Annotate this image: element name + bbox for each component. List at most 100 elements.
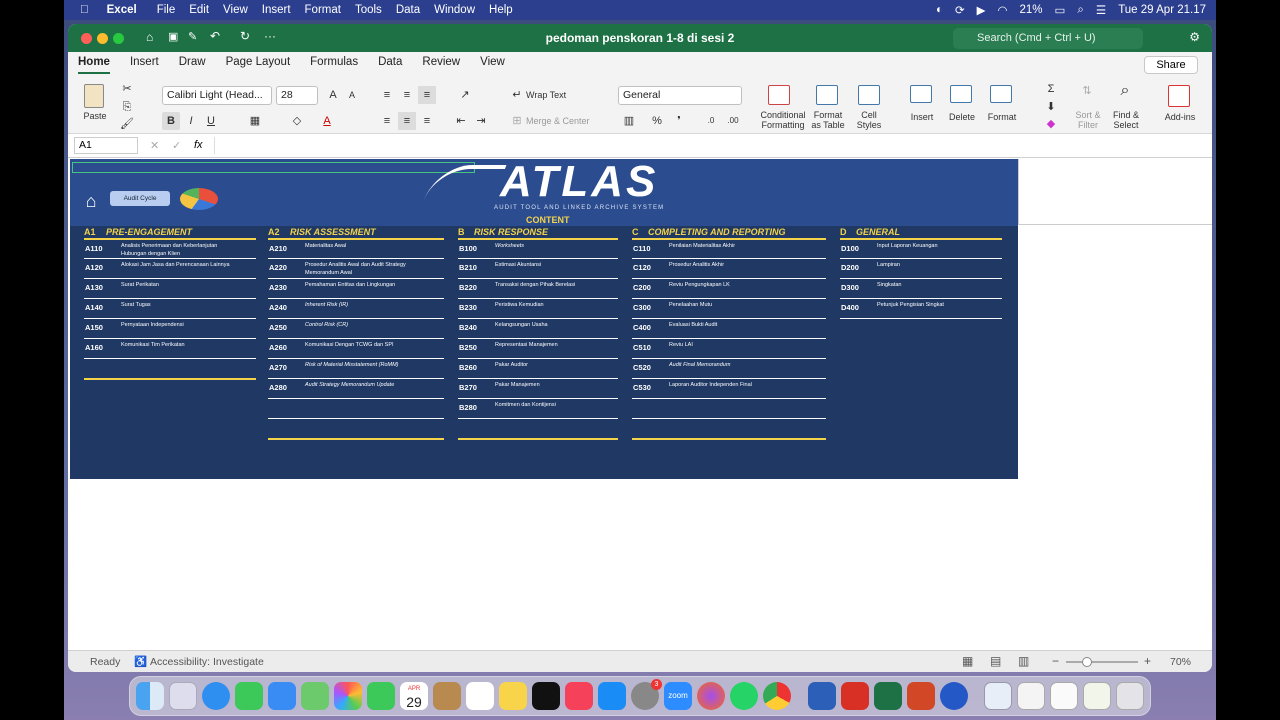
align-right-icon[interactable]: ≡ [418,112,436,130]
list-item[interactable]: B270 Pakar Manajemen [458,378,618,398]
confirm-icon[interactable]: ✓ [172,139,181,152]
chrome-icon[interactable] [763,682,791,710]
insert-cells-label[interactable]: Insert [904,112,940,122]
menu-app-name[interactable]: Excel [107,4,137,16]
tab-home[interactable]: Home [78,56,110,74]
align-bottom-icon[interactable]: ≡ [418,86,436,104]
powerpoint-icon[interactable] [907,682,935,710]
app-store-icon[interactable] [598,682,626,710]
zoom-slider-thumb[interactable] [1082,657,1092,667]
delete-cells-icon[interactable] [950,85,972,103]
increase-decimal-icon[interactable]: .0 [702,112,720,130]
insert-cells-icon[interactable] [910,85,932,103]
format-cells-icon[interactable] [990,85,1012,103]
fill-icon[interactable]: ⬇ [1042,98,1060,116]
zoom-in-button[interactable]: + [1144,654,1151,668]
font-color-icon[interactable]: A [318,112,336,130]
formula-input[interactable] [214,137,1196,154]
menu-file[interactable]: File [157,4,176,16]
font-name-dropdown[interactable]: Calibri Light (Head... [162,86,272,105]
cell-selection[interactable] [72,162,475,173]
delete-cells-label[interactable]: Delete [944,112,980,122]
menu-edit[interactable]: Edit [189,4,209,16]
sort-filter-label[interactable]: Sort & Filter [1068,110,1108,130]
list-item[interactable]: A270 Risk of Material Misstatement (RoMM) [268,358,444,378]
indent-icon[interactable]: ⇥ [472,112,490,130]
whatsapp-icon[interactable] [730,682,758,710]
list-item[interactable]: C520 Audit Final Memorandum [632,358,826,378]
paste-icon[interactable] [84,84,104,108]
format-cells-label[interactable]: Format [984,112,1020,122]
settings-icon[interactable]: ⚙ [1189,30,1200,44]
list-item[interactable]: D200 Lampiran [840,258,1002,278]
list-item[interactable]: C200 Reviu Pengungkapan LK [632,278,826,298]
align-center-icon[interactable]: ≡ [398,112,416,130]
zoom-app-icon[interactable]: zoom [664,682,692,710]
list-item[interactable]: A130 Surat Perikatan [84,278,256,298]
list-item[interactable]: B260 Pakar Auditor [458,358,618,378]
list-item[interactable]: B220 Transaksi dengan Pihak Berelasi [458,278,618,298]
copy-icon[interactable]: ⎘ [118,98,136,116]
maps-icon[interactable] [301,682,329,710]
home-button[interactable]: ⌂ [80,191,102,211]
align-middle-icon[interactable]: ≡ [398,86,416,104]
cancel-icon[interactable]: ✕ [150,139,159,152]
shrink-font-icon[interactable]: A [343,86,361,104]
menu-window[interactable]: Window [434,4,475,16]
list-item[interactable]: A150 Pernyataan Independensi [84,318,256,338]
contacts-icon[interactable] [433,682,461,710]
name-box[interactable]: A1 [74,137,138,154]
list-item[interactable]: B240 Kelangsungan Usaha [458,318,618,338]
list-item[interactable]: A160 Komunikasi Tim Perikatan [84,338,256,358]
search-input[interactable]: Search (Cmd + Ctrl + U) [953,28,1143,49]
wrap-text-icon[interactable]: ↵ [508,86,526,104]
find-select-icon[interactable]: ⌕ [1116,82,1134,100]
menu-help[interactable]: Help [489,4,513,16]
spreadsheet-thumbnail[interactable] [1083,682,1111,710]
photos-icon[interactable] [334,682,362,710]
reminders-icon[interactable] [466,682,494,710]
page-break-view-icon[interactable]: ▥ [1018,654,1029,668]
pie-chart-icon[interactable] [180,188,218,210]
menu-data[interactable]: Data [396,4,420,16]
accessibility-status[interactable]: Accessibility: Investigate [150,656,264,668]
merge-center-button[interactable]: Merge & Center [526,116,590,126]
zoom-out-button[interactable]: − [1052,654,1059,668]
trash-icon[interactable] [1116,682,1144,710]
tab-formulas[interactable]: Formulas [310,56,358,74]
mail-icon[interactable] [268,682,296,710]
decrease-decimal-icon[interactable]: .00 [724,112,742,130]
list-item[interactable]: B280 Komitmen dan Kontijensi [458,398,618,418]
add-ins-label[interactable]: Add-ins [1160,112,1200,122]
tab-insert[interactable]: Insert [130,56,159,74]
currency-icon[interactable]: ▥ [620,112,638,130]
list-item[interactable]: D100 Input Laporan Keuangan [840,238,1002,258]
conditional-formatting-icon[interactable] [768,85,790,105]
play-icon[interactable]: ▶ [977,3,986,17]
number-format-dropdown[interactable]: General [618,86,742,105]
wifi-icon[interactable]: ◠ [997,3,1007,17]
pdf-icon[interactable] [841,682,869,710]
list-item[interactable]: C110 Penilaian Materialitas Akhir [632,238,826,258]
document-thumbnail[interactable] [1050,682,1078,710]
sync-icon[interactable]: ⟳ [955,3,965,17]
list-item[interactable]: C120 Prosedur Analitis Akhir [632,258,826,278]
excel-icon[interactable] [874,682,902,710]
clear-icon[interactable]: ◆ [1042,115,1060,133]
align-left-icon[interactable]: ≡ [378,112,396,130]
accessibility-icon[interactable]: ♿ [134,655,147,668]
list-item[interactable]: A260 Komunikasi Dengan TCWG dan SPI [268,338,444,358]
list-item[interactable]: A220 Prosedur Analitis Awal dan Audit Str… [268,258,444,278]
list-item[interactable]: A110 Analisis Penerimaan dan Keberlanjuta… [84,238,256,258]
menubar-clock[interactable]: Tue 29 Apr 21.17 [1118,4,1206,16]
app-icon[interactable] [940,682,968,710]
firefox-icon[interactable] [697,682,725,710]
list-item[interactable]: A230 Pemahaman Entitas dan Lingkungan [268,278,444,298]
apple-tv-icon[interactable] [532,682,560,710]
control-center-icon[interactable]: ☰ [1096,3,1106,17]
menu-tools[interactable]: Tools [355,4,382,16]
zoom-level[interactable]: 70% [1170,656,1191,668]
list-item[interactable]: D400 Petunjuk Pengisian Singkat [840,298,1002,318]
align-top-icon[interactable]: ≡ [378,86,396,104]
fill-color-icon[interactable]: ◇ [288,112,306,130]
